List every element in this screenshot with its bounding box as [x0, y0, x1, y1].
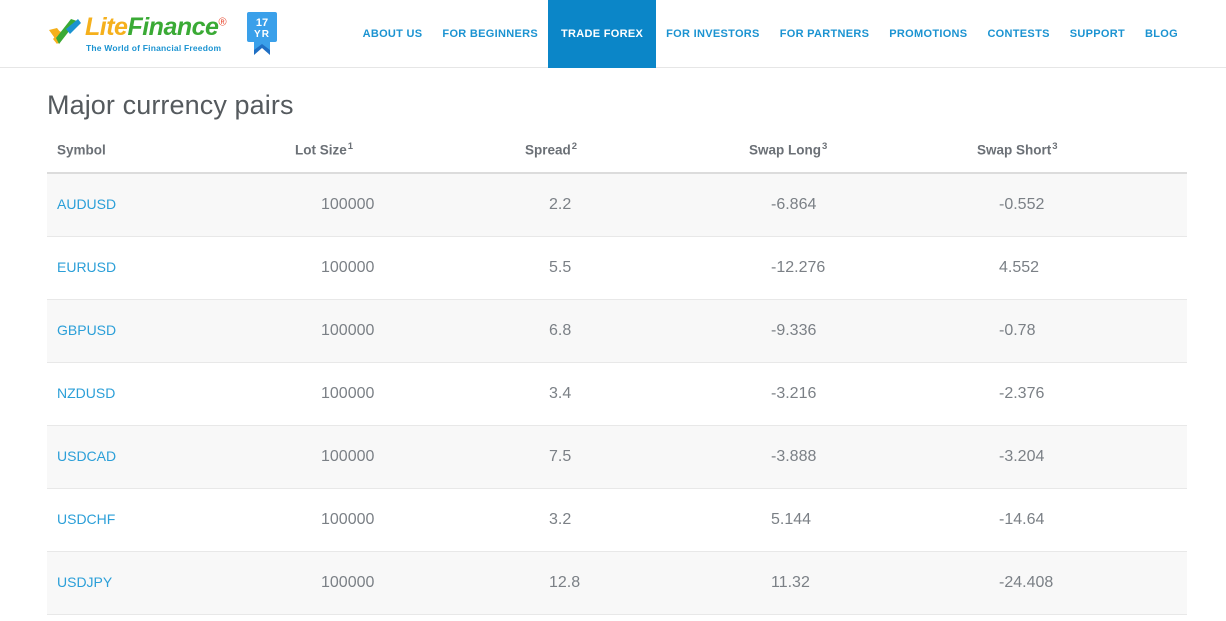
- nav-item-contests[interactable]: CONTESTS: [977, 0, 1059, 68]
- cell-lot-size: 100000: [282, 551, 507, 615]
- cell-symbol: USDJPY: [47, 551, 282, 615]
- column-header-swap-long-label: Swap Long: [749, 142, 821, 158]
- cell-swap-long: -3.888: [739, 425, 967, 489]
- cell-swap-long: -3.216: [739, 362, 967, 426]
- cell-symbol: AUDUSD: [47, 172, 282, 237]
- symbol-link[interactable]: GBPUSD: [57, 322, 116, 338]
- table-row: GBPUSD 100000 6.8 -9.336 -0.78: [47, 299, 1187, 363]
- cell-swap-long: -9.336: [739, 299, 967, 363]
- table-row: USDJPY 100000 12.8 11.32 -24.408: [47, 551, 1187, 615]
- symbol-link[interactable]: AUDUSD: [57, 196, 116, 212]
- column-header-lot-size-label: Lot Size: [295, 142, 347, 158]
- column-header-swap-long: Swap Long3: [739, 141, 967, 174]
- column-header-lot-size-sup: 1: [347, 141, 354, 152]
- cell-swap-short: -0.78: [967, 299, 1187, 363]
- symbol-link[interactable]: EURUSD: [57, 259, 116, 275]
- column-header-spread-sup: 2: [571, 141, 578, 152]
- nav-item-for-partners[interactable]: FOR PARTNERS: [770, 0, 880, 68]
- cell-spread: 2.2: [507, 172, 739, 237]
- cell-lot-size: 100000: [282, 236, 507, 300]
- cell-swap-short: -2.376: [967, 362, 1187, 426]
- logo-word-lite: Lite: [85, 12, 128, 41]
- cell-swap-short: -3.204: [967, 425, 1187, 489]
- symbol-link[interactable]: USDCAD: [57, 448, 116, 464]
- cell-swap-long: -6.864: [739, 172, 967, 237]
- cell-lot-size: 100000: [282, 299, 507, 363]
- cell-spread: 3.4: [507, 362, 739, 426]
- cell-lot-size: 100000: [282, 488, 507, 552]
- cell-swap-short: 4.552: [967, 236, 1187, 300]
- cell-spread: 6.8: [507, 299, 739, 363]
- table-header-row: Symbol Lot Size1 Spread2 Swap Long3 Swap…: [47, 141, 1187, 174]
- cell-swap-long: -12.276: [739, 236, 967, 300]
- brand-logo[interactable]: LiteFinance® The World of Financial Free…: [47, 0, 227, 68]
- nav-item-support[interactable]: SUPPORT: [1060, 0, 1135, 68]
- column-header-swap-short: Swap Short3: [967, 141, 1187, 174]
- main-navigation: ABOUT US FOR BEGINNERS TRADE FOREX FOR I…: [353, 0, 1226, 68]
- nav-item-trade-forex[interactable]: TRADE FOREX: [548, 0, 657, 68]
- cell-swap-long: 5.144: [739, 488, 967, 552]
- anniversary-ribbon-badge-icon: 17 YR: [244, 10, 280, 58]
- logo-word-finance: Finance: [127, 12, 219, 41]
- column-header-symbol-label: Symbol: [57, 142, 106, 158]
- column-header-spread: Spread2: [507, 141, 739, 174]
- symbol-link[interactable]: USDJPY: [57, 574, 112, 590]
- column-header-spread-label: Spread: [525, 142, 571, 158]
- nav-item-for-beginners[interactable]: FOR BEGINNERS: [432, 0, 548, 68]
- checkmark-arrow-logo-icon: [47, 17, 85, 51]
- table-row: AUDUSD 100000 2.2 -6.864 -0.552: [47, 172, 1187, 237]
- table-row: NZDUSD 100000 3.4 -3.216 -2.376: [47, 362, 1187, 426]
- table-body: AUDUSD 100000 2.2 -6.864 -0.552 EURUSD 1…: [47, 172, 1187, 615]
- page-title: Major currency pairs: [47, 90, 294, 120]
- nav-item-blog[interactable]: BLOG: [1135, 0, 1226, 68]
- cell-spread: 12.8: [507, 551, 739, 615]
- cell-swap-short: -0.552: [967, 172, 1187, 237]
- cell-lot-size: 100000: [282, 172, 507, 237]
- symbol-link[interactable]: USDCHF: [57, 511, 115, 527]
- svg-text:YR: YR: [254, 29, 270, 40]
- column-header-swap-long-sup: 3: [822, 141, 828, 152]
- cell-swap-long: 11.32: [739, 551, 967, 615]
- column-header-swap-short-sup: 3: [1052, 141, 1058, 152]
- registered-trademark-icon: ®: [218, 16, 227, 29]
- logo-word-group: LiteFinance®: [85, 12, 227, 41]
- cell-swap-short: -24.408: [967, 551, 1187, 615]
- nav-item-about-us[interactable]: ABOUT US: [353, 0, 433, 68]
- column-header-swap-short-label: Swap Short: [977, 142, 1052, 158]
- cell-symbol: USDCAD: [47, 425, 282, 489]
- cell-lot-size: 100000: [282, 362, 507, 426]
- table-row: USDCHF 100000 3.2 5.144 -14.64: [47, 488, 1187, 552]
- cell-symbol: GBPUSD: [47, 299, 282, 363]
- symbol-link[interactable]: NZDUSD: [57, 385, 115, 401]
- table-header: Symbol Lot Size1 Spread2 Swap Long3 Swap…: [47, 141, 1187, 174]
- logo-wordmark: LiteFinance® The World of Financial Free…: [85, 12, 227, 53]
- cell-symbol: NZDUSD: [47, 362, 282, 426]
- column-header-lot-size: Lot Size1: [282, 141, 507, 174]
- nav-item-for-investors[interactable]: FOR INVESTORS: [656, 0, 770, 68]
- table-row: EURUSD 100000 5.5 -12.276 4.552: [47, 236, 1187, 300]
- table-row: USDCAD 100000 7.5 -3.888 -3.204: [47, 425, 1187, 489]
- cell-lot-size: 100000: [282, 425, 507, 489]
- currency-pairs-table: Symbol Lot Size1 Spread2 Swap Long3 Swap…: [47, 141, 1187, 615]
- logo-tagline: The World of Financial Freedom: [86, 42, 222, 53]
- svg-text:17: 17: [256, 17, 268, 29]
- cell-spread: 5.5: [507, 236, 739, 300]
- cell-swap-short: -14.64: [967, 488, 1187, 552]
- cell-spread: 3.2: [507, 488, 739, 552]
- column-header-symbol: Symbol: [47, 141, 282, 174]
- nav-item-promotions[interactable]: PROMOTIONS: [879, 0, 977, 68]
- cell-symbol: USDCHF: [47, 488, 282, 552]
- cell-symbol: EURUSD: [47, 236, 282, 300]
- page-body: Major currency pairs Symbol Lot Size1 Sp…: [0, 68, 1226, 615]
- site-header: LiteFinance® The World of Financial Free…: [0, 0, 1226, 68]
- cell-spread: 7.5: [507, 425, 739, 489]
